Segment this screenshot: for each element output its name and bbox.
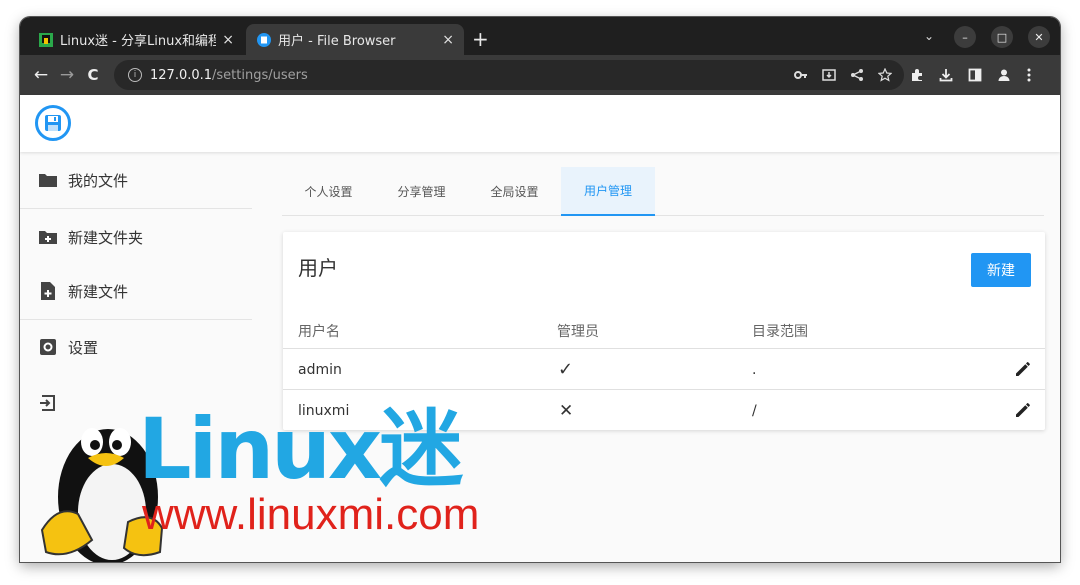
username-cell: linuxmi xyxy=(298,402,350,419)
site-info-icon[interactable]: i xyxy=(128,68,142,82)
scope-cell: . xyxy=(752,361,757,378)
settings-tabs: 个人设置 分享管理 全局设置 用户管理 xyxy=(282,167,1044,216)
side-panel-icon[interactable] xyxy=(968,68,982,82)
column-header-admin: 管理员 xyxy=(557,324,599,340)
tab-search-icon[interactable]: ⌄ xyxy=(924,29,934,43)
table-row: linuxmi ✕ / xyxy=(283,389,1045,430)
file-plus-icon xyxy=(38,281,58,301)
sidebar-item-new-file[interactable]: 新建文件 xyxy=(20,271,252,311)
sidebar-divider xyxy=(20,208,252,209)
install-app-icon[interactable] xyxy=(822,68,836,82)
url-path: /settings/users xyxy=(212,67,308,83)
profile-icon[interactable] xyxy=(997,68,1011,82)
sidebar-item-my-files[interactable]: 我的文件 xyxy=(20,160,252,200)
more-menu-icon[interactable] xyxy=(1026,68,1032,82)
sidebar: 我的文件 新建文件夹 新建文件 设置 xyxy=(20,152,252,562)
sidebar-item-new-folder[interactable]: 新建文件夹 xyxy=(20,217,252,257)
download-icon[interactable] xyxy=(939,68,953,82)
floppy-disk-icon xyxy=(45,115,61,131)
browser-window: Linux迷 - 分享Linux和编程 × 用户 - File Browser … xyxy=(20,17,1060,562)
settings-icon xyxy=(38,337,58,357)
share-icon[interactable] xyxy=(850,68,864,82)
linuxmi-favicon-icon xyxy=(39,32,53,47)
sidebar-item-label: 新建文件 xyxy=(68,282,129,301)
forward-button[interactable]: → xyxy=(54,65,80,85)
key-icon[interactable] xyxy=(794,68,808,82)
maximize-button[interactable]: □ xyxy=(991,26,1013,48)
tab-share-management[interactable]: 分享管理 xyxy=(375,167,468,216)
extensions-icon[interactable] xyxy=(910,68,924,82)
app-header xyxy=(20,95,1060,152)
address-bar[interactable]: i 127.0.0.1 /settings/users xyxy=(114,60,904,90)
sidebar-item-settings[interactable]: 设置 xyxy=(20,327,252,367)
reload-button[interactable]: C xyxy=(80,66,106,84)
admin-check-icon: ✓ xyxy=(558,359,574,380)
tab-profile-settings[interactable]: 个人设置 xyxy=(282,167,375,216)
column-header-scope: 目录范围 xyxy=(752,324,808,340)
tab-strip: Linux迷 - 分享Linux和编程 × 用户 - File Browser … xyxy=(20,17,1060,55)
tab-title: 用户 - File Browser xyxy=(278,34,396,49)
users-card-title: 用户 xyxy=(298,256,338,280)
column-header-username: 用户名 xyxy=(298,324,340,340)
scope-cell: / xyxy=(752,402,757,419)
users-card: 用户 新建 用户名 管理员 目录范围 admin ✓ . linuxmi ✕ / xyxy=(283,232,1045,430)
tab-close-icon[interactable]: × xyxy=(442,32,454,48)
sidebar-item-label: 新建文件夹 xyxy=(68,228,144,247)
browser-tab-filebrowser[interactable]: 用户 - File Browser × xyxy=(246,24,464,55)
edit-pencil-icon[interactable] xyxy=(1013,400,1033,420)
sidebar-item-label: 设置 xyxy=(68,338,99,357)
url-host: 127.0.0.1 xyxy=(150,67,213,83)
filebrowser-logo[interactable] xyxy=(35,105,71,141)
table-row: admin ✓ . xyxy=(283,348,1045,389)
tab-global-settings[interactable]: 全局设置 xyxy=(468,167,561,216)
logout-icon xyxy=(38,393,58,413)
sidebar-item-label: 我的文件 xyxy=(68,171,129,190)
bookmark-star-icon[interactable] xyxy=(878,68,892,82)
toolbar-actions xyxy=(910,55,1032,95)
sidebar-item-logout[interactable] xyxy=(20,383,252,423)
sidebar-divider xyxy=(20,319,252,320)
new-user-button[interactable]: 新建 xyxy=(971,253,1031,287)
omnibox-actions xyxy=(794,60,904,90)
username-cell: admin xyxy=(298,361,342,378)
browser-tab-linuxmi[interactable]: Linux迷 - 分享Linux和编程 × xyxy=(28,24,244,55)
window-close-button[interactable]: ✕ xyxy=(1028,26,1050,48)
new-tab-button[interactable]: + xyxy=(472,27,489,51)
browser-toolbar: ← → C i 127.0.0.1 /settings/users xyxy=(20,55,1060,95)
filebrowser-favicon-icon xyxy=(257,32,271,47)
folder-plus-icon xyxy=(38,227,58,247)
folder-icon xyxy=(38,170,58,190)
edit-pencil-icon[interactable] xyxy=(1013,359,1033,379)
minimize-button[interactable]: – xyxy=(954,26,976,48)
tab-user-management[interactable]: 用户管理 xyxy=(561,167,655,216)
admin-cross-icon: ✕ xyxy=(559,400,574,421)
back-button[interactable]: ← xyxy=(28,65,54,85)
version-label: 2.24.2 xyxy=(116,472,151,485)
tab-close-icon[interactable]: × xyxy=(222,32,234,48)
tab-title: Linux迷 - 分享Linux和编程 xyxy=(60,34,217,49)
